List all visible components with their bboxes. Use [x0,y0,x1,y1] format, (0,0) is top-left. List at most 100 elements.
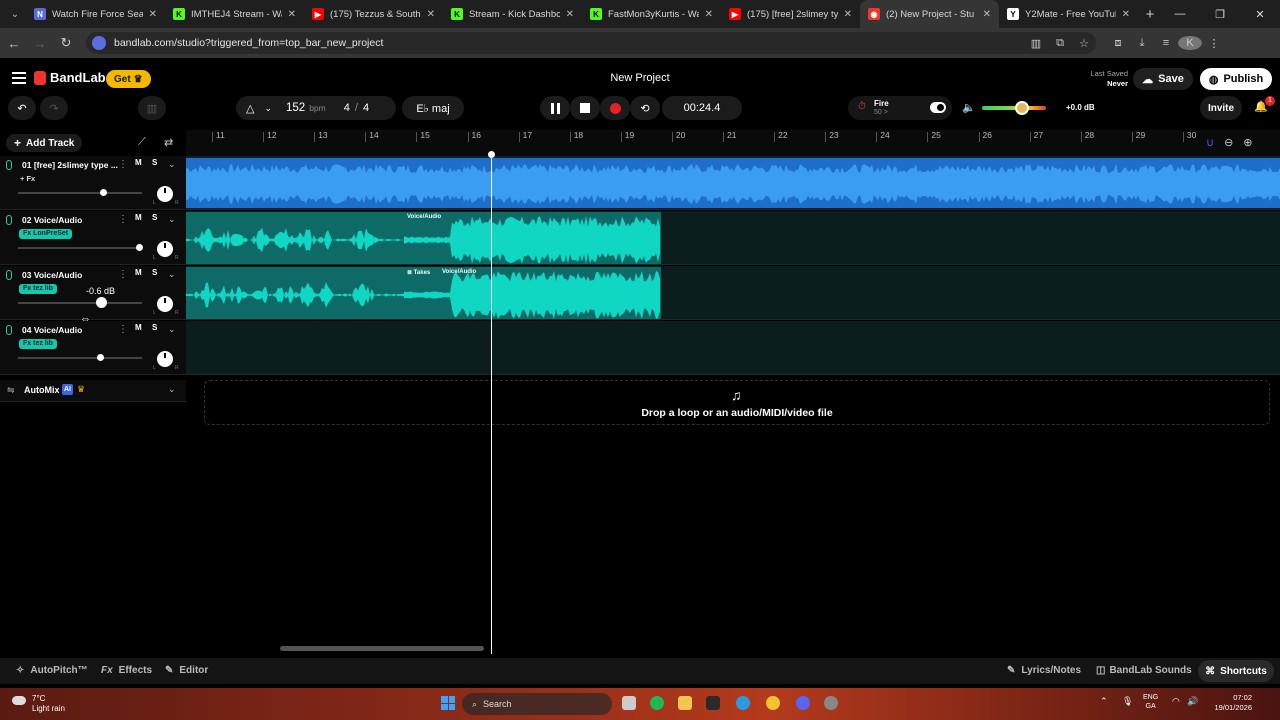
time-signature-denominator[interactable]: 4 [363,102,369,114]
browser-tab-7[interactable]: ◉ (2) New Project - Stu ✕ [860,0,999,28]
tempo-value[interactable]: 152 [286,102,305,114]
fire-preset-box[interactable]: ⏱ Fire 50 > [848,96,952,120]
bandlab-sounds-button[interactable]: ◫ BandLab Sounds [1096,665,1192,676]
tab-close-icon[interactable]: ✕ [427,9,435,20]
downloads-icon[interactable]: ⤓ [1130,37,1154,50]
volume-fader-track[interactable] [18,302,142,304]
track-3-clip-a[interactable] [186,267,404,319]
metronome-icon[interactable]: △ [246,102,254,115]
maximize-button[interactable]: ❐ [1200,8,1240,21]
extensions-icon[interactable]: ⧈ [1106,37,1130,50]
track-options-icon[interactable]: ⋮ [118,214,128,225]
loop-button[interactable]: ⟲ [630,96,660,120]
pan-knob[interactable] [157,296,173,312]
zoom-in-icon[interactable]: ⊕ [1243,136,1252,149]
lyrics-notes-button[interactable]: ✎ Lyrics/Notes [1007,665,1081,676]
back-icon[interactable]: ← [2,31,26,55]
volume-fader-knob[interactable] [95,297,107,308]
track-header-2[interactable]: 02 Voice/Audio ⋮ M S ⌄ Fx LonPreSet L R [0,211,186,265]
track-fx-button[interactable]: Fx LonPreSet [19,229,73,239]
taskbar-clock[interactable]: 07:02 19/01/2026 [1210,693,1252,713]
horizontal-scrollbar[interactable] [280,646,484,651]
reload-icon[interactable]: ↻ [54,31,78,55]
snap-magnet-icon[interactable]: ∪ [1206,136,1214,149]
site-info-icon[interactable] [92,36,106,50]
tuner-icon[interactable]: ⟋ [138,136,146,149]
file-explorer-icon[interactable] [678,696,692,710]
microphone-icon[interactable] [6,325,12,335]
playhead[interactable] [491,154,492,654]
editor-button[interactable]: ✎ Editor [165,665,208,676]
profile-avatar[interactable]: K [1178,36,1202,50]
tab-close-icon[interactable]: ✕ [566,9,574,20]
save-button[interactable]: ☁ Save [1133,68,1193,90]
playhead-handle[interactable] [488,151,495,158]
microphone-icon[interactable] [6,215,12,225]
effects-button[interactable]: Fx Effects [101,665,152,676]
mute-button[interactable]: M [135,323,142,332]
metronome-dropdown-icon[interactable]: ⌄ [264,103,272,114]
windows-start-icon[interactable] [441,696,455,710]
track-fx-button[interactable]: Fx tez lib [19,339,57,349]
track-lane-3[interactable]: ≣ Takes Voice/Audio [186,266,1280,320]
automix-chevron-icon[interactable]: ⌄ [168,384,176,395]
tab-close-icon[interactable]: ✕ [1122,9,1130,20]
mixer-settings-icon[interactable]: ⇄ [164,136,173,149]
discord-icon[interactable] [796,696,810,710]
url-field[interactable]: bandlab.com/studio?triggered_from=top_ba… [86,32,1096,54]
minimize-button[interactable]: — [1160,8,1200,20]
autopitch-button[interactable]: ✧ AutoPitch™ [16,665,88,676]
solo-button[interactable]: S [152,268,157,277]
volume-tray-icon[interactable]: 🔊 [1187,696,1198,707]
track-expand-chevron-icon[interactable]: ⌄ [168,214,176,225]
track-expand-chevron-icon[interactable]: ⌄ [168,324,176,335]
pause-button[interactable] [540,96,570,120]
edge-icon[interactable] [736,696,750,710]
piano-keyboard-icon[interactable]: ▥ [138,96,166,120]
volume-fader-track[interactable] [18,247,142,249]
tab-close-icon[interactable]: ✕ [288,9,296,20]
mute-button[interactable]: M [135,268,142,277]
project-title[interactable]: New Project [540,72,740,84]
browser-tab-8[interactable]: Y Y2Mate - Free YouTube t ✕ [999,0,1138,28]
reading-mode-icon[interactable]: ▥ [1024,37,1048,50]
volume-fader-knob[interactable] [97,354,105,361]
tab-close-icon[interactable]: ✕ [983,9,991,20]
task-view-icon[interactable] [622,696,636,710]
track-fx-button[interactable]: + Fx [20,174,35,183]
stop-button[interactable] [570,96,600,120]
install-app-icon[interactable]: ⧉ [1048,37,1072,50]
microphone-tray-icon[interactable]: 🎙 [1122,696,1133,707]
browser-tab-6[interactable]: ▶ (175) [free] 2slimey type ✕ [721,0,860,28]
browser-menu-icon[interactable]: ⋮ [1202,37,1226,50]
track-3-clip-b[interactable]: ≣ Takes Voice/Audio [404,267,661,319]
speaker-mute-icon[interactable]: 🔈 [962,101,976,114]
hamburger-menu-icon[interactable] [12,72,26,84]
track-expand-chevron-icon[interactable]: ⌄ [168,269,176,280]
track-options-icon[interactable]: ⋮ [118,269,128,280]
browser-tab-4[interactable]: K Stream - Kick Dashboard ✕ [443,0,582,28]
timeline-ruler[interactable]: 11 12 13 14 15 16 17 18 19 20 21 22 23 24 25 26 27 28 29 30 [186,130,1280,156]
microphone-icon[interactable] [6,270,12,280]
media-controls-icon[interactable]: ≡ [1154,37,1178,49]
track-2-clip-b[interactable]: Voice/Audio [404,212,661,264]
chrome-icon[interactable] [766,696,780,710]
volume-fader-knob[interactable] [99,189,107,196]
master-volume-knob[interactable] [1014,101,1029,115]
solo-button[interactable]: S [152,213,157,222]
new-tab-button[interactable]: + [1138,6,1162,23]
redo-icon[interactable]: ↷ [40,96,68,120]
invite-button[interactable]: Invite [1200,96,1242,120]
tab-search-button[interactable]: ⌄ [4,4,26,24]
solo-button[interactable]: S [152,158,157,167]
solo-button[interactable]: S [152,323,157,332]
fire-toggle[interactable] [930,102,946,113]
zoom-out-icon[interactable]: ⊖ [1224,136,1233,149]
wifi-icon[interactable]: ◠ [1172,696,1180,707]
track-lane-1[interactable] [186,156,1280,210]
bookmark-star-icon[interactable]: ☆ [1072,37,1096,50]
close-window-button[interactable]: ✕ [1240,8,1280,21]
track-lane-4[interactable] [186,321,1280,375]
automix-row[interactable]: ⇋ AutoMix AI ♛ ⌄ [0,380,186,402]
mute-button[interactable]: M [135,213,142,222]
